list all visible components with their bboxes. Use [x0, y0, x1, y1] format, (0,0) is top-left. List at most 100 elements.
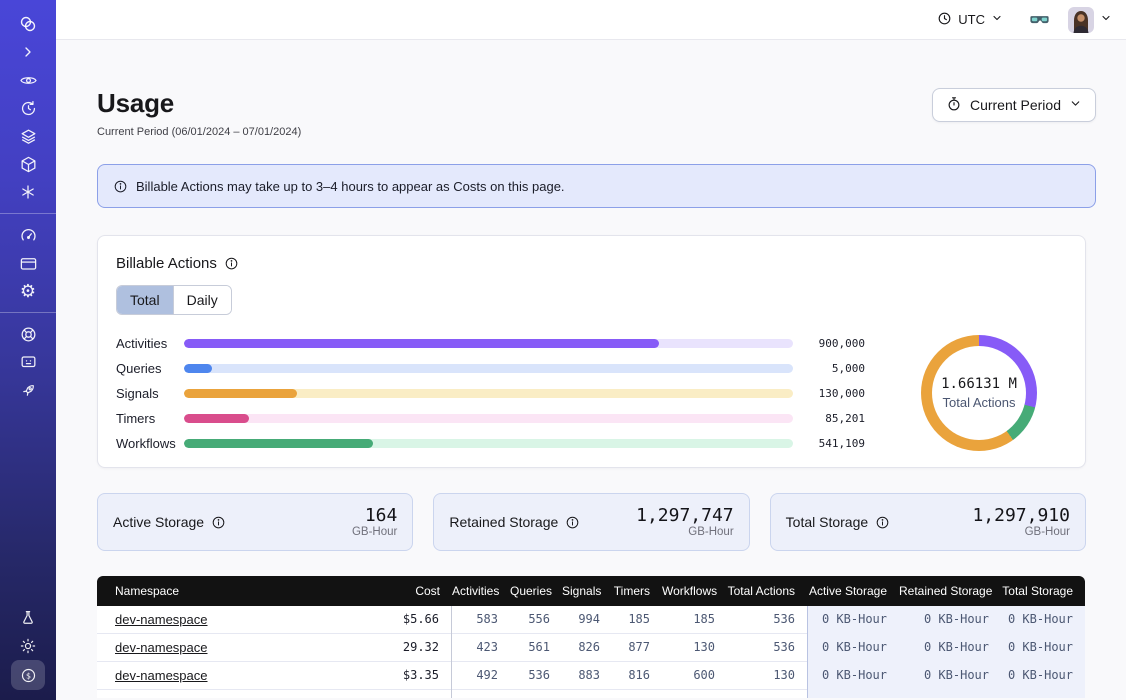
- temporal-logo[interactable]: [8, 10, 48, 38]
- bar-track: [184, 364, 793, 373]
- bar-value: 5,000: [793, 362, 865, 375]
- storage-card-value: 1,297,747: [636, 506, 734, 526]
- info-banner: Billable Actions may take up to 3–4 hour…: [97, 164, 1096, 208]
- timezone-selector[interactable]: UTC: [931, 7, 1009, 33]
- storage-card: Retained Storage 1,297,747GB-Hour: [433, 493, 749, 551]
- bar-fill: [184, 389, 297, 398]
- sidebar-bottom-group: $: [8, 604, 48, 690]
- table-cell: 816: [612, 662, 662, 690]
- tab-total[interactable]: Total: [117, 286, 173, 314]
- layers-icon[interactable]: [8, 122, 48, 150]
- feedback-monitor-icon[interactable]: [8, 348, 48, 376]
- bar-label: Signals: [116, 386, 184, 401]
- billing-card-icon[interactable]: [8, 249, 48, 277]
- dollar-icon[interactable]: $: [11, 660, 45, 690]
- info-icon[interactable]: [875, 515, 890, 530]
- namespace-link[interactable]: dev-namespace: [115, 668, 208, 683]
- info-icon[interactable]: [565, 515, 580, 530]
- info-icon: [113, 179, 128, 194]
- table-header-cell: Queries: [510, 576, 562, 606]
- storage-card-unit: GB-Hour: [636, 526, 734, 538]
- storage-card-label: Active Storage: [113, 514, 226, 530]
- table-cell: 0 KB-Hour: [899, 634, 1001, 662]
- namespace-link[interactable]: dev-namespace: [115, 612, 208, 627]
- table-cell: dev-namespace: [97, 662, 342, 690]
- table-cell: 826: [562, 634, 612, 662]
- bar-track: [184, 414, 793, 423]
- gear-icon[interactable]: ⚙: [8, 277, 48, 305]
- bar-fill: [184, 439, 373, 448]
- table-cell: 29.32: [342, 634, 452, 662]
- bar-track: [184, 389, 793, 398]
- sun-icon[interactable]: [8, 632, 48, 660]
- table-cell: 185: [662, 606, 727, 634]
- table-cell: $5.66: [342, 606, 452, 634]
- namespace-link[interactable]: dev-namespace: [115, 640, 208, 655]
- storage-card-value: 164: [352, 506, 397, 526]
- table-cell: 994: [562, 606, 612, 634]
- cube-icon[interactable]: [8, 150, 48, 178]
- clock-icon: [937, 11, 952, 29]
- avatar[interactable]: [1068, 7, 1094, 33]
- table-cell: 0 KB-Hour: [807, 662, 899, 690]
- table-row: dev-namespace$5.665835569941851855360 KB…: [97, 606, 1085, 634]
- table-cell: 492: [452, 662, 510, 690]
- donut-total-value: 1.66131 M: [941, 376, 1017, 392]
- table-cell: 130: [727, 662, 807, 690]
- bar-row: Workflows 541,109: [116, 439, 865, 448]
- total-daily-toggle: Total Daily: [116, 285, 232, 315]
- page-title: Usage: [97, 88, 301, 119]
- gauge-icon[interactable]: [8, 221, 48, 249]
- sidebar-divider: [0, 213, 56, 214]
- chevron-down-icon: [1100, 11, 1112, 29]
- table-header: NamespaceCostActivitiesQueriesSignalsTim…: [97, 576, 1085, 606]
- table-cell: 185: [612, 606, 662, 634]
- bar-label: Workflows: [116, 436, 184, 451]
- bar-fill: [184, 339, 659, 348]
- account-menu[interactable]: [1068, 7, 1112, 33]
- bar-fill: [184, 364, 212, 373]
- current-period-dropdown[interactable]: Current Period: [932, 88, 1096, 122]
- storage-card-label: Total Storage: [786, 514, 891, 530]
- asterisk-icon[interactable]: [8, 178, 48, 206]
- table-cell: dev-namespace: [97, 634, 342, 662]
- flask-icon[interactable]: [8, 604, 48, 632]
- info-icon[interactable]: [224, 256, 239, 271]
- bar-label: Activities: [116, 336, 184, 351]
- table-cell: 0 KB-Hour: [899, 662, 1001, 690]
- info-icon[interactable]: [211, 515, 226, 530]
- table-header-cell: Total Actions: [727, 576, 807, 606]
- table-header-cell: Signals: [562, 576, 612, 606]
- storage-card-unit: GB-Hour: [352, 526, 397, 538]
- bar-value: 85,201: [793, 412, 865, 425]
- chevron-right-icon[interactable]: [8, 38, 48, 66]
- timezone-label: UTC: [958, 12, 985, 27]
- table-row: dev-namespace$3.354925368838166001300 KB…: [97, 662, 1085, 690]
- history-icon[interactable]: [8, 94, 48, 122]
- table-header-cell: Namespace: [97, 576, 342, 606]
- donut-total-label: Total Actions: [943, 395, 1016, 410]
- table-cell: 0 KB-Hour: [807, 634, 899, 662]
- table-header-cell: Total Storage: [1001, 576, 1085, 606]
- stopwatch-icon: [946, 96, 962, 115]
- bar-label: Queries: [116, 361, 184, 376]
- bar-value: 900,000: [793, 337, 865, 350]
- namespace-usage-table: NamespaceCostActivitiesQueriesSignalsTim…: [97, 576, 1085, 698]
- life-ring-icon[interactable]: [8, 320, 48, 348]
- table-header-cell: Timers: [612, 576, 662, 606]
- banner-text: Billable Actions may take up to 3–4 hour…: [136, 179, 565, 194]
- eye-icon[interactable]: [8, 66, 48, 94]
- sidebar-divider: [0, 312, 56, 313]
- table-header-cell: Cost: [342, 576, 452, 606]
- goggles-icon[interactable]: [1029, 9, 1050, 30]
- usage-page: Usage Current Period (06/01/2024 – 07/01…: [56, 40, 1126, 700]
- bar-value: 541,109: [793, 437, 865, 450]
- bar-track: [184, 439, 793, 448]
- storage-card-label: Retained Storage: [449, 514, 580, 530]
- tab-daily[interactable]: Daily: [173, 286, 231, 314]
- rocket-icon[interactable]: [8, 376, 48, 404]
- table-header-cell: Activities: [452, 576, 510, 606]
- table-cell: $3.35: [342, 662, 452, 690]
- bar-row: Activities 900,000: [116, 339, 865, 348]
- table-cell: 561: [510, 634, 562, 662]
